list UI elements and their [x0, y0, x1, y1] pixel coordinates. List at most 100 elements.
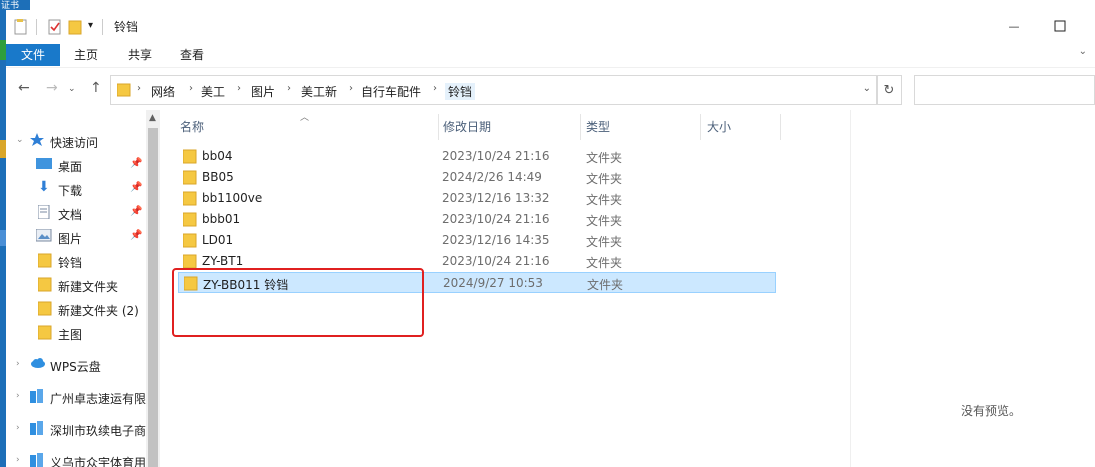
column-date[interactable]: 修改日期 — [443, 115, 491, 139]
folder-icon — [37, 253, 52, 271]
pin-icon[interactable]: 📌 — [130, 158, 142, 169]
maximize-button[interactable] — [1037, 10, 1083, 42]
column-divider[interactable] — [780, 114, 781, 140]
breadcrumb-separator[interactable]: › — [237, 83, 241, 94]
expand-chevron-icon[interactable]: ⌄ — [16, 135, 24, 145]
minimize-button[interactable]: — — [991, 10, 1037, 42]
title-separator — [102, 19, 104, 38]
properties-icon[interactable] — [14, 19, 28, 38]
desktop-icon — [36, 157, 52, 174]
breadcrumb-pictures[interactable]: 图片 — [251, 83, 275, 100]
table-row[interactable]: bb1100ve 2023/12/16 13:32 文件夹 — [178, 188, 776, 209]
expand-chevron-icon[interactable]: › — [16, 359, 20, 369]
nav-item-label: 深圳市玖续电子商 — [50, 424, 146, 438]
tab-share[interactable]: 共享 — [116, 44, 164, 66]
pictures-icon — [35, 228, 52, 245]
file-name: bb04 — [202, 149, 233, 163]
nav-wps-cloud[interactable]: › WPS云盘 — [6, 354, 146, 376]
nav-desktop[interactable]: 桌面 📌 — [6, 154, 146, 176]
file-date: 2023/10/24 21:16 — [442, 149, 550, 163]
file-date: 2023/10/24 21:16 — [442, 254, 550, 268]
scroll-thumb[interactable] — [148, 128, 158, 467]
tab-view[interactable]: 查看 — [168, 44, 216, 66]
recent-locations-icon[interactable]: ⌄ — [68, 84, 76, 94]
breadcrumb-separator[interactable]: › — [349, 83, 353, 94]
nav-scrollbar[interactable]: ▲ — [146, 110, 160, 467]
new-folder-icon[interactable] — [68, 19, 82, 38]
breadcrumb-meigong[interactable]: 美工 — [201, 83, 225, 100]
nav-org-yiwu[interactable]: › 义乌市众宇体育用 — [6, 450, 146, 467]
breadcrumb-network[interactable]: 网络 — [151, 83, 175, 100]
maximize-icon — [1054, 20, 1066, 32]
pin-icon[interactable]: 📌 — [130, 206, 142, 217]
breadcrumb-bike-parts[interactable]: 自行车配件 — [361, 83, 421, 100]
scroll-up-icon[interactable]: ▲ — [149, 113, 156, 123]
navigation-bar: ← → ⌄ ↑ › 网络 › 美工 › 图片 › 美工新 › 自行车配件 › 铃… — [6, 70, 1095, 110]
table-row[interactable]: bbb01 2023/10/24 21:16 文件夹 — [178, 209, 776, 230]
nav-org-shenzhen[interactable]: › 深圳市玖续电子商 — [6, 418, 146, 440]
customize-toolbar-icon[interactable]: ▾ — [88, 20, 93, 31]
breadcrumb-separator[interactable]: › — [433, 83, 437, 94]
breadcrumb-separator[interactable]: › — [137, 83, 141, 94]
pin-icon[interactable]: 📌 — [130, 182, 142, 193]
nav-item-label: 文档 — [58, 208, 83, 222]
minimize-icon: — — [1008, 19, 1020, 33]
nav-quick-access[interactable]: ⌄ 快速访问 — [6, 130, 146, 152]
nav-item-label: 新建文件夹 (2) — [58, 304, 139, 318]
checkmark-icon[interactable] — [48, 19, 62, 38]
nav-item-label: 图片 — [58, 232, 83, 246]
nav-folder-bell[interactable]: 铃铛 — [6, 250, 146, 272]
breadcrumb-separator[interactable]: › — [189, 83, 193, 94]
pin-icon[interactable]: 📌 — [130, 230, 142, 241]
breadcrumb-separator[interactable]: › — [287, 83, 291, 94]
nav-pictures[interactable]: 图片 📌 — [6, 226, 146, 248]
nav-folder-new-2[interactable]: 新建文件夹 (2) — [6, 298, 146, 320]
folder-icon — [116, 83, 131, 100]
file-date: 2023/12/16 14:35 — [442, 233, 550, 247]
column-divider[interactable] — [438, 114, 439, 140]
org-icon — [30, 453, 44, 467]
ribbon-expand-icon[interactable]: ⌄ — [1079, 46, 1087, 57]
expand-chevron-icon[interactable]: › — [16, 423, 20, 433]
refresh-button[interactable]: ↻ — [876, 75, 902, 105]
no-preview-message: 没有预览。 — [961, 404, 1022, 418]
nav-folder-main[interactable]: 主图 — [6, 322, 146, 344]
column-divider[interactable] — [580, 114, 581, 140]
table-row[interactable]: BB05 2024/2/26 14:49 文件夹 — [178, 167, 776, 188]
up-arrow-icon[interactable]: ↑ — [90, 80, 102, 96]
nav-downloads[interactable]: ⬇ 下载 📌 — [6, 178, 146, 200]
desktop-corner: 证书 — [0, 0, 30, 11]
ribbon-tabs: 文件 主页 共享 查看 ⌄ — [6, 42, 1095, 68]
breadcrumb-meigong-new[interactable]: 美工新 — [301, 83, 337, 100]
file-date: 2023/10/24 21:16 — [442, 212, 550, 226]
nav-item-label: 义乌市众宇体育用 — [50, 456, 146, 467]
nav-org-guangzhou[interactable]: › 广州卓志速运有限 — [6, 386, 146, 408]
org-icon — [30, 421, 44, 438]
column-divider[interactable] — [700, 114, 701, 140]
file-type: 文件夹 — [586, 214, 623, 228]
table-row[interactable]: bb04 2023/10/24 21:16 文件夹 — [178, 146, 776, 167]
column-size[interactable]: 大小 — [707, 115, 731, 139]
file-type: 文件夹 — [587, 278, 624, 292]
folder-icon — [182, 233, 197, 251]
nav-item-label: 桌面 — [58, 160, 83, 174]
table-row[interactable]: LD01 2023/12/16 14:35 文件夹 — [178, 230, 776, 251]
column-type[interactable]: 类型 — [586, 115, 610, 139]
expand-chevron-icon[interactable]: › — [16, 455, 20, 465]
expand-chevron-icon[interactable]: › — [16, 391, 20, 401]
nav-folder-new[interactable]: 新建文件夹 — [6, 274, 146, 296]
tab-home[interactable]: 主页 — [62, 44, 110, 66]
breadcrumb-bell[interactable]: 铃铛 — [445, 83, 476, 100]
tab-file[interactable]: 文件 — [6, 44, 60, 66]
file-type: 文件夹 — [586, 172, 623, 186]
forward-arrow-icon[interactable]: → — [46, 80, 58, 96]
file-name: ZY-BT1 — [202, 254, 244, 268]
back-arrow-icon[interactable]: ← — [18, 80, 30, 96]
nav-documents[interactable]: 文档 📌 — [6, 202, 146, 224]
download-icon: ⬇ — [38, 179, 50, 195]
address-bar[interactable]: › 网络 › 美工 › 图片 › 美工新 › 自行车配件 › 铃铛 ⌄ — [110, 75, 878, 105]
address-history-icon[interactable]: ⌄ — [863, 83, 871, 94]
file-date: 2024/2/26 14:49 — [442, 170, 542, 184]
column-name[interactable]: 名称 — [180, 115, 204, 139]
search-input[interactable] — [914, 75, 1095, 105]
